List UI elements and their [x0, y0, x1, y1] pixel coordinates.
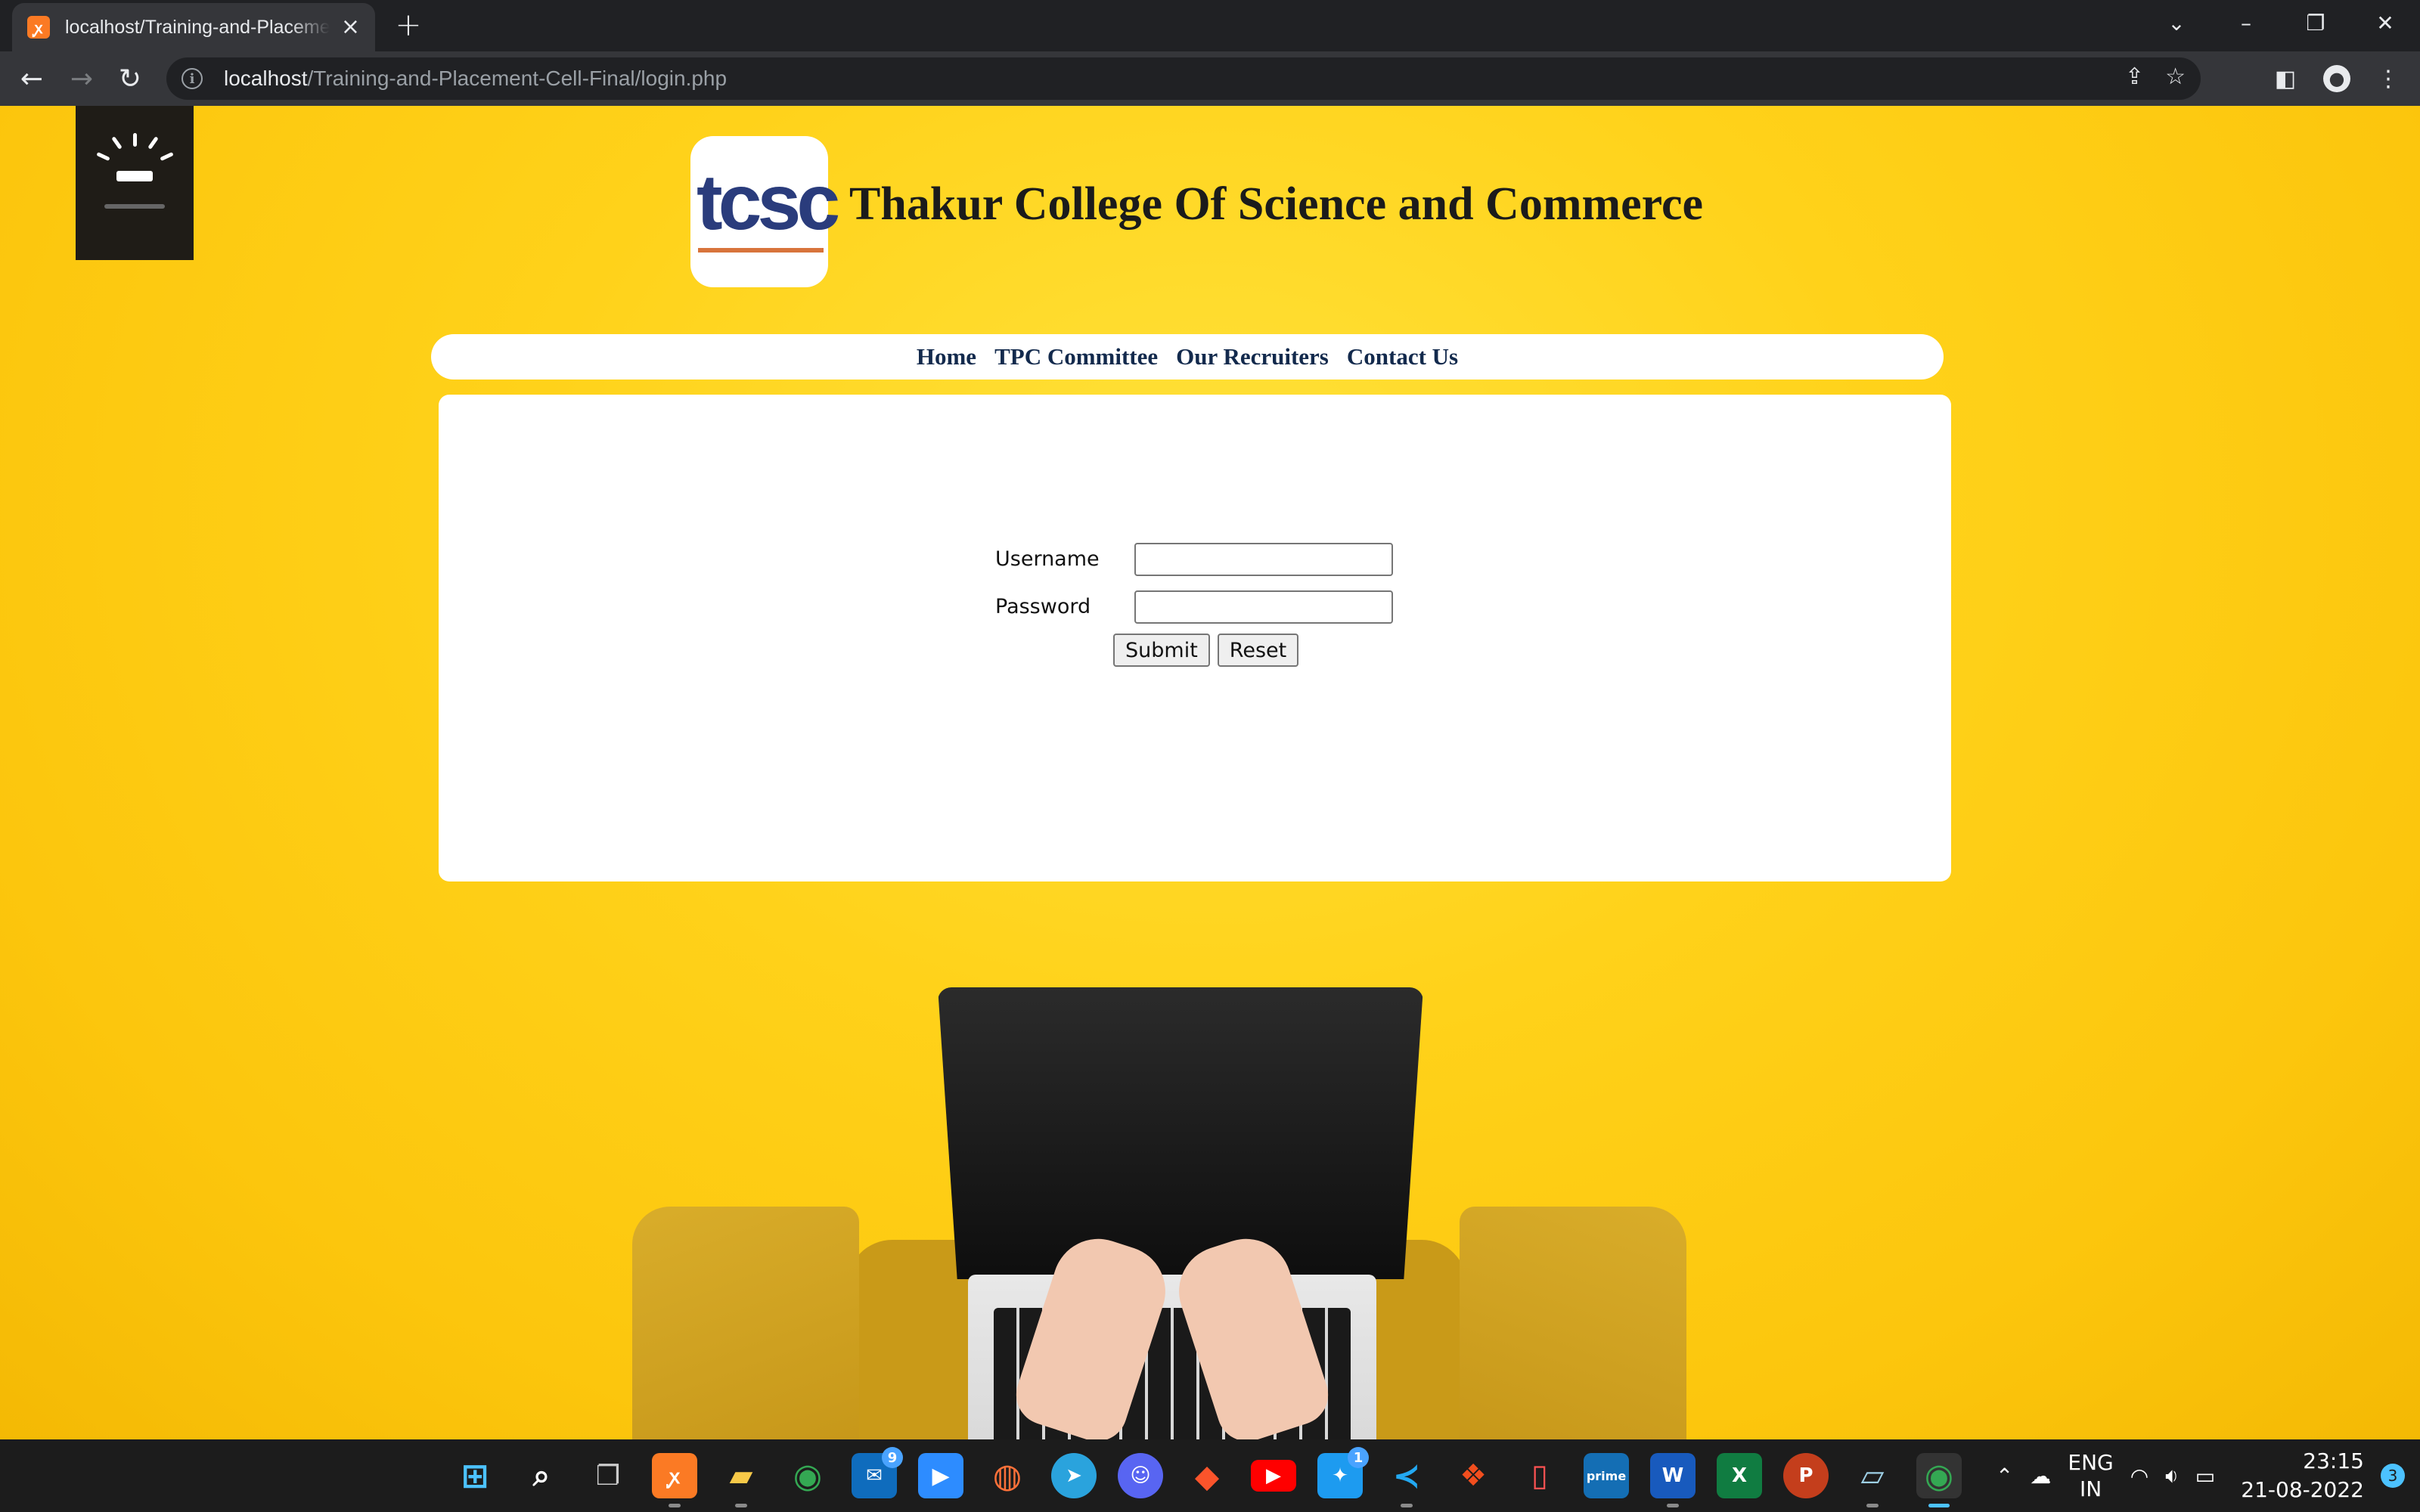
chrome-icon[interactable]: ◉	[785, 1453, 830, 1498]
file-explorer-icon[interactable]: ▰	[718, 1453, 764, 1507]
battery-icon[interactable]: ▭	[2195, 1464, 2215, 1489]
main-nav: Home TPC Committee Our Recruiters Contac…	[431, 334, 1944, 380]
figma-icon[interactable]: ❖	[1450, 1453, 1496, 1498]
powerpoint-icon[interactable]: P	[1783, 1453, 1829, 1498]
submit-button[interactable]: Submit	[1113, 634, 1210, 667]
youtube-icon[interactable]: ▶	[1251, 1460, 1296, 1492]
onedrive-icon[interactable]: ☁	[2030, 1464, 2051, 1489]
phone-link-icon[interactable]: ▯	[1517, 1453, 1562, 1498]
mail-badge: 9	[882, 1447, 903, 1468]
vscode-icon[interactable]: ≺	[1384, 1453, 1429, 1507]
site-info-icon[interactable]: i	[182, 68, 203, 89]
password-label: Password	[995, 595, 1091, 618]
reload-button[interactable]: ↻	[113, 62, 147, 95]
minimize-button[interactable]: –	[2211, 0, 2281, 45]
forward-button[interactable]: →	[65, 62, 98, 95]
window-controls: ⌄ – ❐ ✕	[2142, 0, 2420, 45]
college-name: Thakur College Of Science and Commerce	[849, 178, 1704, 230]
laptop-screen-illustration	[938, 987, 1423, 1279]
twitter-icon[interactable]: ✦ 1	[1317, 1447, 1369, 1498]
reset-button[interactable]: Reset	[1217, 634, 1299, 667]
dot	[669, 1504, 681, 1507]
login-form: Username Password Submit Reset	[995, 535, 1393, 667]
overlay-widget[interactable]	[76, 106, 194, 260]
region: IN	[2079, 1476, 2102, 1501]
notification-count-badge[interactable]: 3	[2381, 1464, 2405, 1488]
bookmark-star-icon[interactable]: ☆	[2165, 64, 2186, 90]
mail-icon[interactable]: ✉ 9	[852, 1447, 903, 1498]
browser-tab[interactable]: ꭙ localhost/Training-and-Placement-Cell-…	[12, 3, 375, 51]
zoom-icon[interactable]: ▶	[918, 1453, 963, 1498]
clock[interactable]: 23:15 21-08-2022	[2241, 1447, 2364, 1504]
chrome-active-icon[interactable]: ◉	[1916, 1453, 1962, 1507]
twitter-badge: 1	[1348, 1447, 1369, 1468]
ray	[147, 136, 159, 150]
new-tab-button[interactable]: +	[393, 6, 424, 43]
dot	[1928, 1504, 1950, 1507]
line	[104, 204, 165, 209]
college-logo: tcsc	[690, 136, 840, 287]
logo-text: tcsc	[697, 159, 840, 246]
xampp-icon[interactable]: ꭙ	[652, 1453, 697, 1507]
browser-tabstrip: ꭙ localhost/Training-and-Placement-Cell-…	[0, 0, 2420, 51]
nav-contact-us[interactable]: Contact Us	[1347, 343, 1458, 370]
ray	[111, 136, 123, 150]
ray	[160, 151, 174, 162]
back-button[interactable]: ←	[15, 62, 48, 95]
brave-icon[interactable]: ◆	[1184, 1453, 1230, 1498]
chair-arm-right	[1460, 1207, 1686, 1439]
password-input[interactable]	[1134, 590, 1393, 624]
time: 23:15	[2303, 1448, 2364, 1474]
bar	[116, 171, 153, 181]
site-header: tcsc Thakur College Of Science and Comme…	[690, 136, 1703, 287]
windows-taskbar: ⊞ ⌕ ❐ ꭙ ▰ ◉ ✉ 9 ▶ ◍ ➤ ☺ ◆ ▶ ✦ 1 ≺ ❖ ▯ prim…	[0, 1439, 2420, 1512]
notes-icon[interactable]: ▱	[1850, 1453, 1895, 1507]
underline	[698, 248, 824, 253]
dot	[735, 1504, 747, 1507]
discord-icon[interactable]: ☺	[1118, 1453, 1163, 1498]
nav-our-recruiters[interactable]: Our Recruiters	[1176, 343, 1329, 370]
dot	[1866, 1504, 1879, 1507]
ray	[96, 151, 110, 162]
telegram-icon[interactable]: ➤	[1051, 1453, 1097, 1498]
url-text[interactable]: localhost/Training-and-Placement-Cell-Fi…	[224, 67, 727, 91]
word-icon[interactable]: W	[1650, 1453, 1696, 1507]
task-view-icon[interactable]: ❐	[585, 1453, 631, 1498]
tab-title: localhost/Training-and-Placement-Cell-Fi…	[65, 16, 330, 38]
share-icon[interactable]: ⇪	[2125, 64, 2144, 90]
language: ENG	[2068, 1450, 2114, 1475]
chair-arm-left	[632, 1207, 859, 1439]
volume-icon[interactable]: 🔉︎	[2165, 1463, 2179, 1489]
dot	[1401, 1504, 1413, 1507]
prime-video-icon[interactable]: prime	[1584, 1453, 1629, 1498]
tab-search-icon[interactable]: ⌄	[2142, 0, 2211, 45]
close-tab-icon[interactable]: ×	[341, 16, 360, 39]
windows-start-icon[interactable]: ⊞	[452, 1453, 498, 1498]
excel-icon[interactable]: X	[1717, 1453, 1762, 1498]
profile-avatar-icon[interactable]: ●	[2323, 65, 2350, 92]
nav-home[interactable]: Home	[917, 343, 976, 370]
page-viewport: tcsc Thakur College Of Science and Comme…	[0, 106, 2420, 1439]
firefox-icon[interactable]: ◍	[985, 1453, 1030, 1498]
dot	[1667, 1504, 1679, 1507]
side-panel-icon[interactable]: ◧	[2269, 62, 2302, 95]
chevron-up-icon[interactable]: ⌃	[1996, 1464, 2013, 1489]
date: 21-08-2022	[2241, 1477, 2364, 1502]
xampp-favicon-icon: ꭙ	[27, 16, 50, 39]
wifi-icon[interactable]: ◠	[2130, 1464, 2149, 1489]
nav-tpc-committee[interactable]: TPC Committee	[994, 343, 1158, 370]
language-indicator[interactable]: ENG IN	[2068, 1449, 2113, 1502]
browser-toolbar: ← → ↻ i localhost/Training-and-Placement…	[0, 51, 2420, 106]
system-tray: ⌃ ☁ ENG IN ◠ 🔉︎ ▭ 23:15 21-08-2022 3	[1996, 1439, 2405, 1512]
search-icon[interactable]: ⌕	[519, 1453, 564, 1498]
menu-kebab-icon[interactable]: ⋮	[2372, 62, 2405, 95]
close-window-button[interactable]: ✕	[2350, 0, 2420, 45]
username-label: Username	[995, 547, 1100, 571]
restore-button[interactable]: ❐	[2281, 0, 2350, 45]
ray	[133, 133, 137, 147]
username-input[interactable]	[1134, 542, 1393, 576]
address-bar[interactable]: i localhost/Training-and-Placement-Cell-…	[166, 57, 2201, 100]
login-panel: Username Password Submit Reset	[439, 395, 1951, 881]
